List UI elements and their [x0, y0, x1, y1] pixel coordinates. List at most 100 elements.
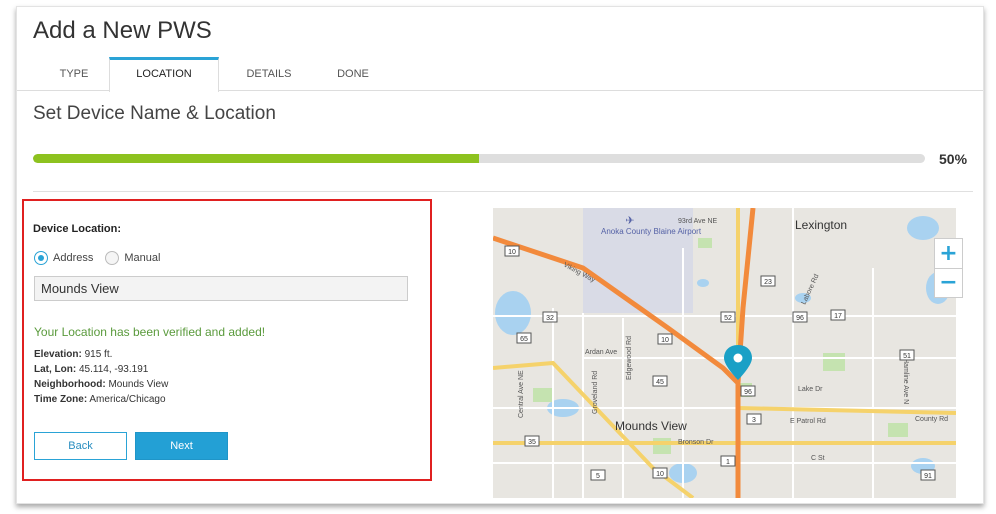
- divider: [33, 191, 973, 192]
- park: [888, 423, 908, 437]
- park: [533, 388, 553, 402]
- address-radio-label[interactable]: Address: [53, 252, 93, 264]
- route-shield: 91: [920, 469, 936, 481]
- route-shield: 10: [657, 333, 673, 345]
- tab-done[interactable]: DONE: [333, 57, 373, 91]
- latlon-info: Lat, Lon: 45.114, -93.191: [34, 364, 148, 375]
- svg-text:3: 3: [752, 417, 756, 424]
- verified-message: Your Location has been verified and adde…: [34, 325, 266, 339]
- lake: [907, 216, 939, 240]
- map-label-mounds-view: Mounds View: [615, 419, 687, 433]
- neighborhood-info: Neighborhood: Mounds View: [34, 379, 168, 390]
- svg-text:10: 10: [661, 337, 669, 344]
- map-label-epatrol: E Patrol Rd: [790, 418, 826, 425]
- map-canvas: Lexington Anoka County Blaine Airport 93…: [493, 208, 956, 498]
- map-label-bronson: Bronson Dr: [678, 439, 714, 446]
- svg-text:91: 91: [924, 473, 932, 480]
- device-location-label: Device Location:: [33, 223, 122, 235]
- elevation-info: Elevation: 915 ft.: [34, 349, 112, 360]
- progress-fill: [33, 154, 479, 163]
- zoom-in-button[interactable]: +: [935, 239, 962, 268]
- progress-percent: 50%: [939, 151, 968, 167]
- route-shield: 65: [516, 332, 532, 344]
- elevation-value: 915 ft.: [84, 349, 113, 360]
- pond: [697, 279, 709, 287]
- map-label-edgewood: Edgewood Rd: [626, 336, 633, 380]
- route-shield: 1: [720, 455, 736, 467]
- map-label-cst: C St: [811, 455, 825, 462]
- map-label-93rd: 93rd Ave NE: [678, 218, 718, 225]
- route-shield: 23: [760, 275, 776, 287]
- address-radio[interactable]: [34, 251, 48, 265]
- svg-text:35: 35: [528, 439, 536, 446]
- svg-text:5: 5: [596, 473, 600, 480]
- park: [698, 238, 712, 248]
- route-shield: 10: [504, 245, 520, 257]
- timezone-value: America/Chicago: [89, 394, 166, 405]
- svg-text:51: 51: [903, 353, 911, 360]
- page-title: Add a New PWS: [33, 17, 212, 44]
- manual-radio[interactable]: [105, 251, 120, 265]
- svg-text:96: 96: [744, 389, 752, 396]
- elevation-label: Elevation:: [34, 349, 82, 360]
- manual-radio-label[interactable]: Manual: [124, 252, 160, 264]
- airport-area: [583, 208, 693, 313]
- route-shield: 52: [720, 311, 736, 323]
- svg-text:52: 52: [724, 315, 732, 322]
- svg-text:10: 10: [656, 471, 664, 478]
- back-button[interactable]: Back: [34, 432, 127, 460]
- tab-details[interactable]: DETAILS: [239, 57, 299, 91]
- route-shield: 96: [792, 311, 808, 323]
- svg-text:17: 17: [834, 313, 842, 320]
- park: [653, 438, 671, 454]
- route-shield: 51: [899, 349, 915, 361]
- neighborhood-label: Neighborhood:: [34, 379, 106, 390]
- major-roads: [493, 208, 956, 498]
- map-label-groveland: Groveland Rd: [592, 371, 599, 414]
- svg-text:96: 96: [796, 315, 804, 322]
- route-shield: 17: [830, 309, 846, 321]
- wizard-tabs: TYPE LOCATION DETAILS DONE: [17, 57, 983, 92]
- park: [823, 353, 845, 371]
- map-label-county: County Rd: [915, 416, 948, 423]
- zoom-out-button[interactable]: −: [935, 268, 962, 297]
- route-shield: 3: [746, 413, 762, 425]
- map-zoom-control: + −: [934, 238, 963, 298]
- route-shield: 35: [524, 435, 540, 447]
- svg-text:1: 1: [726, 459, 730, 466]
- route-shield: 10: [652, 467, 668, 479]
- airport-icon: ✈: [625, 215, 634, 227]
- map-label-ardan: Ardan Ave: [585, 349, 617, 356]
- section-title: Set Device Name & Location: [33, 103, 276, 124]
- minor-roads: [493, 208, 956, 498]
- address-input[interactable]: [34, 276, 408, 301]
- tab-type[interactable]: TYPE: [59, 57, 89, 91]
- progress-bar: [33, 154, 925, 163]
- map-label-labore: Labore Rd: [800, 273, 820, 306]
- location-mode-radios: Address Manual: [34, 251, 172, 265]
- location-map[interactable]: Lexington Anoka County Blaine Airport 93…: [493, 208, 956, 498]
- svg-text:23: 23: [764, 279, 772, 286]
- tab-location[interactable]: LOCATION: [109, 57, 219, 92]
- svg-text:32: 32: [546, 315, 554, 322]
- route-shield: 45: [652, 375, 668, 387]
- neighborhood-value: Mounds View: [108, 379, 169, 390]
- timezone-label: Time Zone:: [34, 394, 88, 405]
- svg-text:10: 10: [508, 249, 516, 256]
- map-label-hamline: Hamline Ave N: [902, 358, 909, 404]
- timezone-info: Time Zone: America/Chicago: [34, 394, 166, 405]
- latlon-label: Lat, Lon:: [34, 364, 77, 375]
- latlon-value: 45.114, -93.191: [79, 364, 149, 375]
- route-shield: 32: [542, 311, 558, 323]
- lake: [495, 291, 531, 335]
- map-label-airport: Anoka County Blaine Airport: [601, 227, 702, 236]
- map-label-lexington: Lexington: [795, 218, 847, 232]
- map-label-lake: Lake Dr: [798, 386, 823, 393]
- svg-text:45: 45: [656, 379, 664, 386]
- device-location-panel: Device Location: Address Manual Your Loc…: [22, 199, 432, 481]
- map-label-central: Central Ave NE: [518, 370, 525, 418]
- route-shield: 5: [590, 469, 606, 481]
- next-button[interactable]: Next: [135, 432, 228, 460]
- svg-text:65: 65: [520, 336, 528, 343]
- route-shield: 96: [740, 385, 756, 397]
